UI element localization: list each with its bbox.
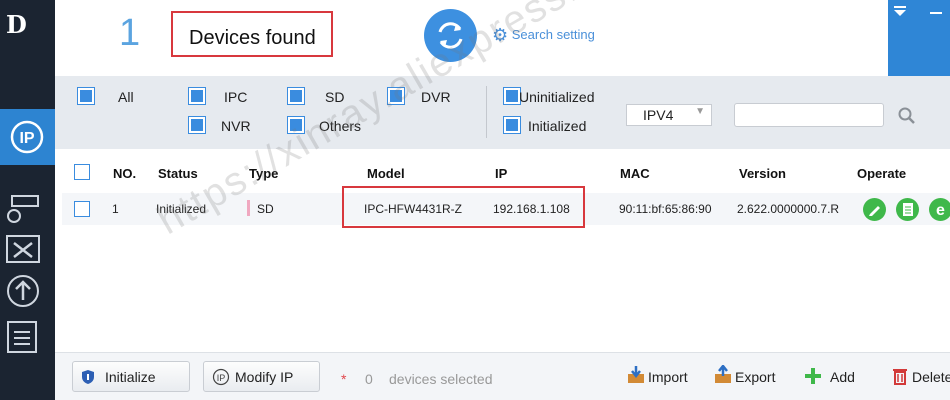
export-icon <box>715 365 731 383</box>
row-mac: 90:11:bf:65:86:90 <box>619 202 712 216</box>
column-header-status[interactable]: Status <box>158 166 198 181</box>
row-checkbox[interactable] <box>74 201 90 217</box>
browser-icon: e <box>936 202 945 219</box>
add-label: Add <box>830 369 855 385</box>
chevron-down-icon: ▼ <box>695 106 705 117</box>
add-button[interactable]: Add <box>803 365 863 389</box>
export-button[interactable]: Export <box>714 365 788 389</box>
column-header-model[interactable]: Model <box>367 166 405 181</box>
left-sidebar: D IP <box>0 0 55 400</box>
initialize-label: Initialize <box>105 369 156 385</box>
ip-version-select[interactable]: IPV4 ▼ <box>626 104 712 126</box>
type-marker <box>247 200 250 216</box>
model-ip-highlight <box>342 186 585 228</box>
column-header-mac[interactable]: MAC <box>620 166 650 181</box>
import-icon <box>628 366 644 383</box>
search-input[interactable] <box>734 103 884 127</box>
sidebar-item-ip-config[interactable]: IP <box>0 109 55 165</box>
app-logo: D <box>6 10 27 39</box>
filter-initialized-checkbox[interactable] <box>504 117 520 133</box>
upgrade-icon[interactable] <box>4 272 42 310</box>
devices-found-label: Devices found <box>189 27 316 49</box>
document-icon[interactable] <box>4 318 42 356</box>
selected-count: 0 <box>365 371 373 387</box>
dropdown-menu-icon <box>894 6 942 16</box>
svg-text:IP: IP <box>217 373 226 383</box>
filter-ipc-checkbox[interactable] <box>189 88 205 104</box>
document-details-icon <box>903 203 913 216</box>
filter-uninitialized-label: Uninitialized <box>519 89 595 105</box>
modify-ip-label: Modify IP <box>235 369 294 385</box>
camera-settings-icon[interactable] <box>4 190 42 228</box>
devices-selected-label: devices selected <box>389 371 493 387</box>
modify-ip-button[interactable]: IP Modify IP <box>203 361 320 392</box>
column-header-operate: Operate <box>857 166 907 181</box>
export-label: Export <box>735 369 776 385</box>
device-count: 1 <box>119 12 141 54</box>
filter-all-label: All <box>118 89 134 105</box>
delete-label: Delete <box>912 369 950 385</box>
row-no: 1 <box>112 202 119 216</box>
filter-all-checkbox[interactable] <box>78 88 94 104</box>
web-open-button[interactable]: e <box>929 198 950 221</box>
filter-uninitialized-checkbox[interactable] <box>504 88 520 104</box>
filter-ipc-label: IPC <box>224 89 248 105</box>
ip-version-value: IPV4 <box>643 107 674 123</box>
ip-config-icon: IP <box>10 120 44 154</box>
window-menu-corner[interactable] <box>888 0 950 76</box>
svg-text:e: e <box>936 202 945 219</box>
filter-nvr-label: NVR <box>221 118 251 134</box>
column-header-version[interactable]: Version <box>739 166 786 181</box>
filter-initialized-label: Initialized <box>528 118 587 134</box>
pencil-icon <box>869 206 880 216</box>
initialize-button[interactable]: Initialize <box>72 361 190 392</box>
search-icon[interactable] <box>897 106 917 126</box>
import-label: Import <box>648 369 688 385</box>
row-type: SD <box>257 202 274 216</box>
filter-nvr-checkbox[interactable] <box>189 117 205 133</box>
filter-sd-checkbox[interactable] <box>288 88 304 104</box>
delete-button[interactable]: Delete <box>891 365 950 389</box>
details-button[interactable] <box>896 198 919 221</box>
edit-button[interactable] <box>863 198 886 221</box>
filter-divider <box>486 86 487 138</box>
trash-icon <box>893 369 907 385</box>
row-version: 2.622.0000000.7.R <box>737 202 840 216</box>
column-header-ip[interactable]: IP <box>495 166 507 181</box>
select-all-rows-checkbox[interactable] <box>74 164 90 180</box>
column-header-no[interactable]: NO. <box>113 166 136 181</box>
tools-icon[interactable] <box>4 233 42 271</box>
import-button[interactable]: Import <box>627 365 701 389</box>
plus-icon <box>805 368 821 384</box>
svg-text:IP: IP <box>19 130 34 147</box>
ip-icon: IP <box>212 368 230 386</box>
shield-icon <box>82 370 94 384</box>
required-asterisk: * <box>341 371 347 387</box>
